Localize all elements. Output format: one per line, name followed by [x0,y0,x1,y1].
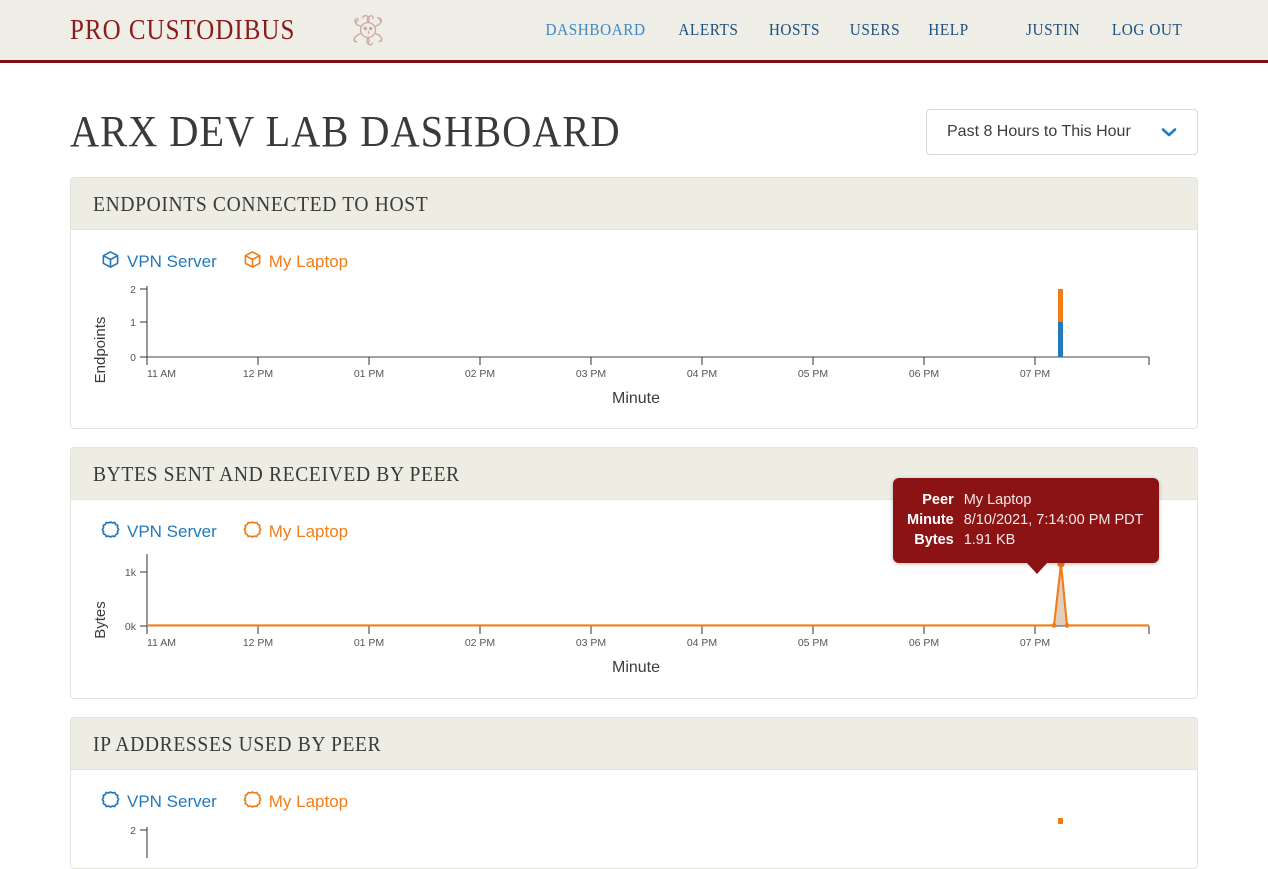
nav-item-account[interactable]: JUSTIN [1016,20,1092,40]
brand-name: PRO CUSTODIBUS [70,13,296,46]
nav-item-users[interactable]: USERS [839,20,911,40]
bar-vpn-server [1058,322,1063,357]
legend-label: VPN Server [127,252,217,271]
tooltip-row: Peer My Laptop [907,490,1143,510]
y-tick-1: 1 [130,317,136,329]
nav-item-help[interactable]: HELP [918,20,980,40]
page-header: ARX DEV LAB DASHBOARD Past 8 Hours to Th… [70,63,1198,177]
chart-svg: Endpoints 2 1 0 11 AM 12 PM 01 PM 02 PM … [92,284,1150,407]
cube-icon [101,250,120,274]
x-tick-0: 11 AM [147,637,176,649]
chart-endpoints[interactable]: Endpoints 2 1 0 11 AM 12 PM 01 PM 02 PM … [91,278,1177,418]
main-nav: DASHBOARD ALERTS HOSTS USERS HELP JUSTIN… [528,20,1198,40]
brand-logo-link[interactable]: PRO CUSTODIBUS [70,8,390,52]
x-axis-label: Minute [612,659,660,676]
legend-item-vpn-server[interactable]: VPN Server [101,250,217,274]
data-point [1064,623,1070,628]
chart-ip-addresses[interactable]: 2 [91,818,1177,858]
y-tick-1k: 1k [125,567,137,579]
chart-svg: Bytes 1k 0k 11 AM 12 PM 01 PM 02 PM 03 P… [92,554,1150,676]
legend-item-my-laptop[interactable]: My Laptop [243,250,348,274]
legend-item-my-laptop[interactable]: My Laptop [243,520,348,544]
x-tick-8: 07 PM [1020,637,1050,649]
top-navigation-bar: PRO CUSTODIBUS DASHBOARD ALERTS HOSTS US… [0,0,1268,63]
tooltip-value: 1.91 KB [963,532,1016,548]
chart-legend: VPN Server My Laptop [91,784,1177,818]
chart-legend: VPN Server My Laptop [91,244,1177,278]
time-range-select[interactable]: Past 8 Hours to This Hour [926,109,1198,155]
tooltip-row: Bytes 1.91 KB [907,530,1143,550]
bar-my-laptop [1058,289,1063,322]
legend-label: My Laptop [268,522,349,541]
nav-item-alerts[interactable]: ALERTS [667,20,749,40]
data-point [1051,623,1057,628]
area-my-laptop [147,564,1149,626]
x-tick-3: 02 PM [465,368,495,380]
x-tick-6: 05 PM [798,368,828,380]
panel-endpoints-connected: ENDPOINTS CONNECTED TO HOST VPN Server M… [70,177,1198,429]
chart-tooltip: Peer My Laptop Minute 8/10/2021, 7:14:00… [893,478,1160,574]
line-my-laptop [147,563,1149,627]
x-tick-0: 11 AM [147,368,176,380]
x-tick-1: 12 PM [243,368,273,380]
chart-bytes[interactable]: Bytes 1k 0k 11 AM 12 PM 01 PM 02 PM 03 P… [91,478,1177,688]
panel-header: IP ADDRESSES USED BY PEER [71,718,1197,770]
nav-item-logout[interactable]: LOG OUT [1101,20,1193,40]
y-tick-0k: 0k [125,621,137,633]
panel-body: VPN Server My Laptop Endpoints 2 1 0 11 … [71,230,1197,428]
x-tick-2: 01 PM [354,368,384,380]
x-tick-5: 04 PM [687,368,717,380]
chevron-down-icon [1159,122,1179,142]
x-axis-label: Minute [612,390,660,407]
legend-label: My Laptop [268,792,349,811]
x-tick-2: 01 PM [354,637,384,649]
x-tick-8: 07 PM [1020,368,1050,380]
time-range-value: Past 8 Hours to This Hour [947,123,1131,140]
x-tick-7: 06 PM [909,637,939,649]
panel-body: VPN Server My Laptop Bytes 1k 0k 11 AM 1… [71,478,1197,698]
x-tick-5: 04 PM [687,637,717,649]
legend-label: VPN Server [127,792,217,811]
x-tick-6: 05 PM [798,637,828,649]
cog-icon [101,520,120,544]
panel-header: ENDPOINTS CONNECTED TO HOST [71,178,1197,230]
tooltip-key: Minute [907,512,954,528]
nav-item-hosts[interactable]: HOSTS [758,20,831,40]
x-tick-1: 12 PM [243,637,273,649]
page-content: ARX DEV LAB DASHBOARD Past 8 Hours to Th… [0,63,1268,869]
nav-item-dashboard[interactable]: DASHBOARD [534,20,656,40]
panel-bytes-by-peer: BYTES SENT AND RECEIVED BY PEER VPN Serv… [70,447,1198,699]
y-tick-2: 2 [130,284,136,296]
x-tick-7: 06 PM [909,368,939,380]
x-tick-4: 03 PM [576,368,606,380]
tooltip-key: Peer [922,492,954,508]
tooltip-value: My Laptop [963,492,1032,508]
x-tick-3: 02 PM [465,637,495,649]
chart-svg: 2 [130,818,1063,858]
legend-label: VPN Server [127,522,217,541]
medusa-head-icon [346,8,390,52]
panel-body: VPN Server My Laptop 2 [71,770,1197,868]
legend-label: My Laptop [268,252,349,271]
panel-title: ENDPOINTS CONNECTED TO HOST [93,192,429,216]
legend-item-vpn-server[interactable]: VPN Server [101,520,217,544]
panel-title: IP ADDRESSES USED BY PEER [93,732,382,756]
tooltip-row: Minute 8/10/2021, 7:14:00 PM PDT [907,510,1143,530]
page-title: ARX DEV LAB DASHBOARD [70,107,621,156]
y-axis-label: Bytes [92,601,109,639]
legend-item-my-laptop[interactable]: My Laptop [243,790,348,814]
legend-item-vpn-server[interactable]: VPN Server [101,790,217,814]
cube-icon [243,250,262,274]
tooltip-key: Bytes [914,532,954,548]
tooltip-value: 8/10/2021, 7:14:00 PM PDT [963,512,1144,528]
cog-icon [101,790,120,814]
cog-icon [243,790,262,814]
tooltip-arrow [1026,562,1048,574]
y-tick-2: 2 [130,825,136,837]
y-axis-label: Endpoints [92,317,109,384]
y-tick-0: 0 [130,352,136,364]
panel-ip-addresses-by-peer: IP ADDRESSES USED BY PEER VPN Server My … [70,717,1198,869]
x-tick-4: 03 PM [576,637,606,649]
cog-icon [243,520,262,544]
